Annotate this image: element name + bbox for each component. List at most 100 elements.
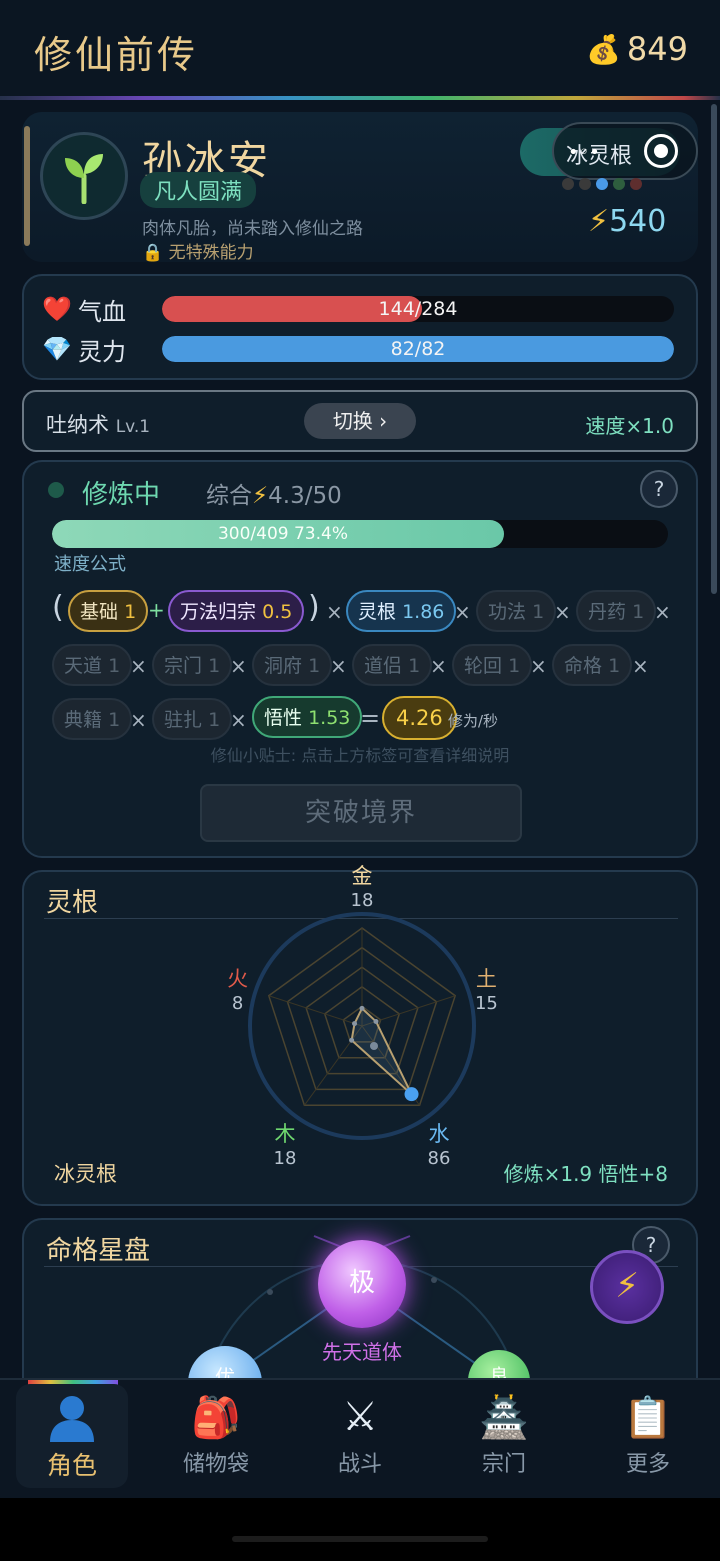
radar-label[interactable]: 木 18	[255, 1118, 315, 1169]
tab-label: 储物袋	[182, 1452, 249, 1477]
technique-speed: 速度×1.0	[585, 414, 674, 438]
combined-rate: 综合⚡4.3/50	[206, 476, 342, 510]
tab-character[interactable]: 角色	[16, 1384, 128, 1488]
root-dots	[562, 178, 642, 190]
chip-daolv[interactable]: 道侣 1	[352, 644, 433, 686]
radar-label[interactable]: 金 18	[332, 860, 392, 911]
radar-label[interactable]: 土 15	[456, 963, 516, 1014]
spirit-root-card: 灵根 金 18 土 15 水 86 木 18 火 8 冰灵根 修炼×1.9 悟性+8	[22, 864, 698, 1206]
root-dot	[562, 178, 574, 190]
scrollbar[interactable]	[711, 104, 717, 594]
system-nav-bar	[0, 1498, 720, 1561]
chip-label: 命格	[564, 655, 603, 677]
bolt-icon: ⚡	[252, 483, 269, 509]
chip-label: 灵根	[358, 601, 397, 623]
tab-sect[interactable]: 🏯 宗门	[448, 1384, 560, 1488]
chip-lunhui[interactable]: 轮回 1	[452, 644, 533, 686]
clipboard-icon: 📋	[623, 1395, 673, 1441]
tab-bag[interactable]: 🎒 储物袋	[160, 1384, 272, 1488]
radar-element-value: 18	[273, 1148, 297, 1170]
heart-icon: ❤️	[42, 295, 72, 323]
radar-element-name: 土	[475, 966, 497, 991]
radar-element-value: 8	[231, 992, 244, 1014]
formula-plus: +	[148, 598, 165, 622]
radar-point	[404, 1087, 419, 1102]
technique-card[interactable]: 吐纳术 Lv.1 切换 › 速度×1.0	[22, 390, 698, 452]
cultivation-card: 修炼中 综合⚡4.3/50 ? 300/409 73.4% 速度公式 ( 基础 …	[22, 460, 698, 858]
chip-tiandao[interactable]: 天道 1	[52, 644, 133, 686]
app-header: 修仙前传 💰 849	[0, 0, 720, 100]
breakthrough-button[interactable]: 突破境界	[200, 784, 522, 842]
root-name: 冰灵根	[54, 1162, 117, 1186]
chip-gongfa[interactable]: 功法 1	[476, 590, 557, 632]
formula-times: ×	[632, 654, 649, 678]
tab-label: 更多	[625, 1452, 670, 1477]
result-chip[interactable]: 4.26	[382, 696, 457, 740]
root-dot	[579, 178, 591, 190]
radar-label[interactable]: 水 86	[409, 1118, 469, 1169]
chip-value: 1	[208, 655, 221, 677]
radar-element-name: 木	[274, 1122, 296, 1147]
chip-dianji[interactable]: 典籍 1	[52, 698, 133, 740]
chip-value: 0.5	[262, 601, 293, 623]
chip-root[interactable]: 灵根 1.86	[346, 590, 457, 632]
ability-text: 无特殊能力	[168, 243, 254, 263]
character-description: 肉体凡胎，尚未踏入修仙之路	[142, 219, 363, 239]
root-dot	[613, 178, 625, 190]
chip-value: 1	[632, 601, 645, 623]
formula-times: ×	[230, 654, 247, 678]
bolt-icon: ⚡	[588, 204, 610, 239]
lightning-float-button[interactable]: ⚡	[590, 1250, 664, 1324]
fate-orb-main[interactable]: 极	[318, 1240, 406, 1328]
formula-times: ×	[130, 708, 147, 732]
formula-lparen: (	[52, 590, 64, 625]
power-value: 540	[609, 204, 667, 239]
chip-wanfa[interactable]: 万法归宗 0.5	[168, 590, 305, 632]
chip-dongfu[interactable]: 洞府 1	[252, 644, 333, 686]
mp-label: 灵力	[78, 337, 126, 366]
formula-times: ×	[654, 600, 671, 624]
radar-point	[349, 1037, 355, 1043]
radar-element-name: 金	[351, 864, 373, 888]
target-icon[interactable]	[644, 134, 678, 168]
help-button[interactable]: ?	[640, 470, 678, 508]
home-indicator[interactable]	[232, 1536, 488, 1542]
avatar[interactable]	[40, 132, 128, 220]
formula-times: ×	[230, 708, 247, 732]
formula-times: ×	[326, 600, 343, 624]
chip-label: 轮回	[464, 655, 503, 677]
chip-label: 宗门	[164, 655, 203, 677]
chip-mingge[interactable]: 命格 1	[552, 644, 633, 686]
radar-element-name: 水	[428, 1122, 450, 1147]
chip-danyao[interactable]: 丹药 1	[576, 590, 657, 632]
radar-label[interactable]: 火8	[208, 963, 268, 1014]
tip-text: 修仙小贴士: 点击上方标签可查看详细说明	[210, 746, 510, 765]
switch-technique-button[interactable]: 切换 ›	[304, 403, 416, 439]
technique-level: Lv.1	[115, 417, 151, 437]
chip-zhuzha[interactable]: 驻扎 1	[152, 698, 233, 740]
chip-label: 驻扎	[164, 709, 203, 731]
tab-battle[interactable]: ⚔ 战斗	[304, 1384, 416, 1488]
chip-label: 万法归宗	[180, 601, 257, 623]
technique-title: 吐纳术	[46, 413, 109, 437]
root-bonus: 修炼×1.9 悟性+8	[503, 1162, 668, 1186]
realm-badge: 凡人圆满	[140, 172, 257, 208]
chip-zongmen[interactable]: 宗门 1	[152, 644, 233, 686]
formula-times: ×	[430, 654, 447, 678]
formula-times: ×	[330, 654, 347, 678]
chip-value: 1	[124, 601, 137, 623]
formula-equals: =	[360, 704, 381, 732]
formula-label: 速度公式	[54, 554, 126, 575]
chip-wuxing[interactable]: 悟性 1.53	[252, 696, 363, 738]
chip-label: 悟性	[264, 707, 303, 729]
chip-value: 1	[208, 709, 221, 731]
person-icon	[16, 1394, 128, 1444]
radar-center-dot	[370, 1042, 378, 1050]
formula-rparen: )	[308, 590, 320, 625]
radar-element-value: 15	[474, 992, 498, 1014]
chip-label: 典籍	[64, 709, 103, 731]
tab-more[interactable]: 📋 更多	[592, 1384, 704, 1488]
chip-label: 洞府	[264, 655, 303, 677]
chip-base[interactable]: 基础 1	[68, 590, 149, 632]
money-display[interactable]: 💰 849	[586, 30, 688, 68]
